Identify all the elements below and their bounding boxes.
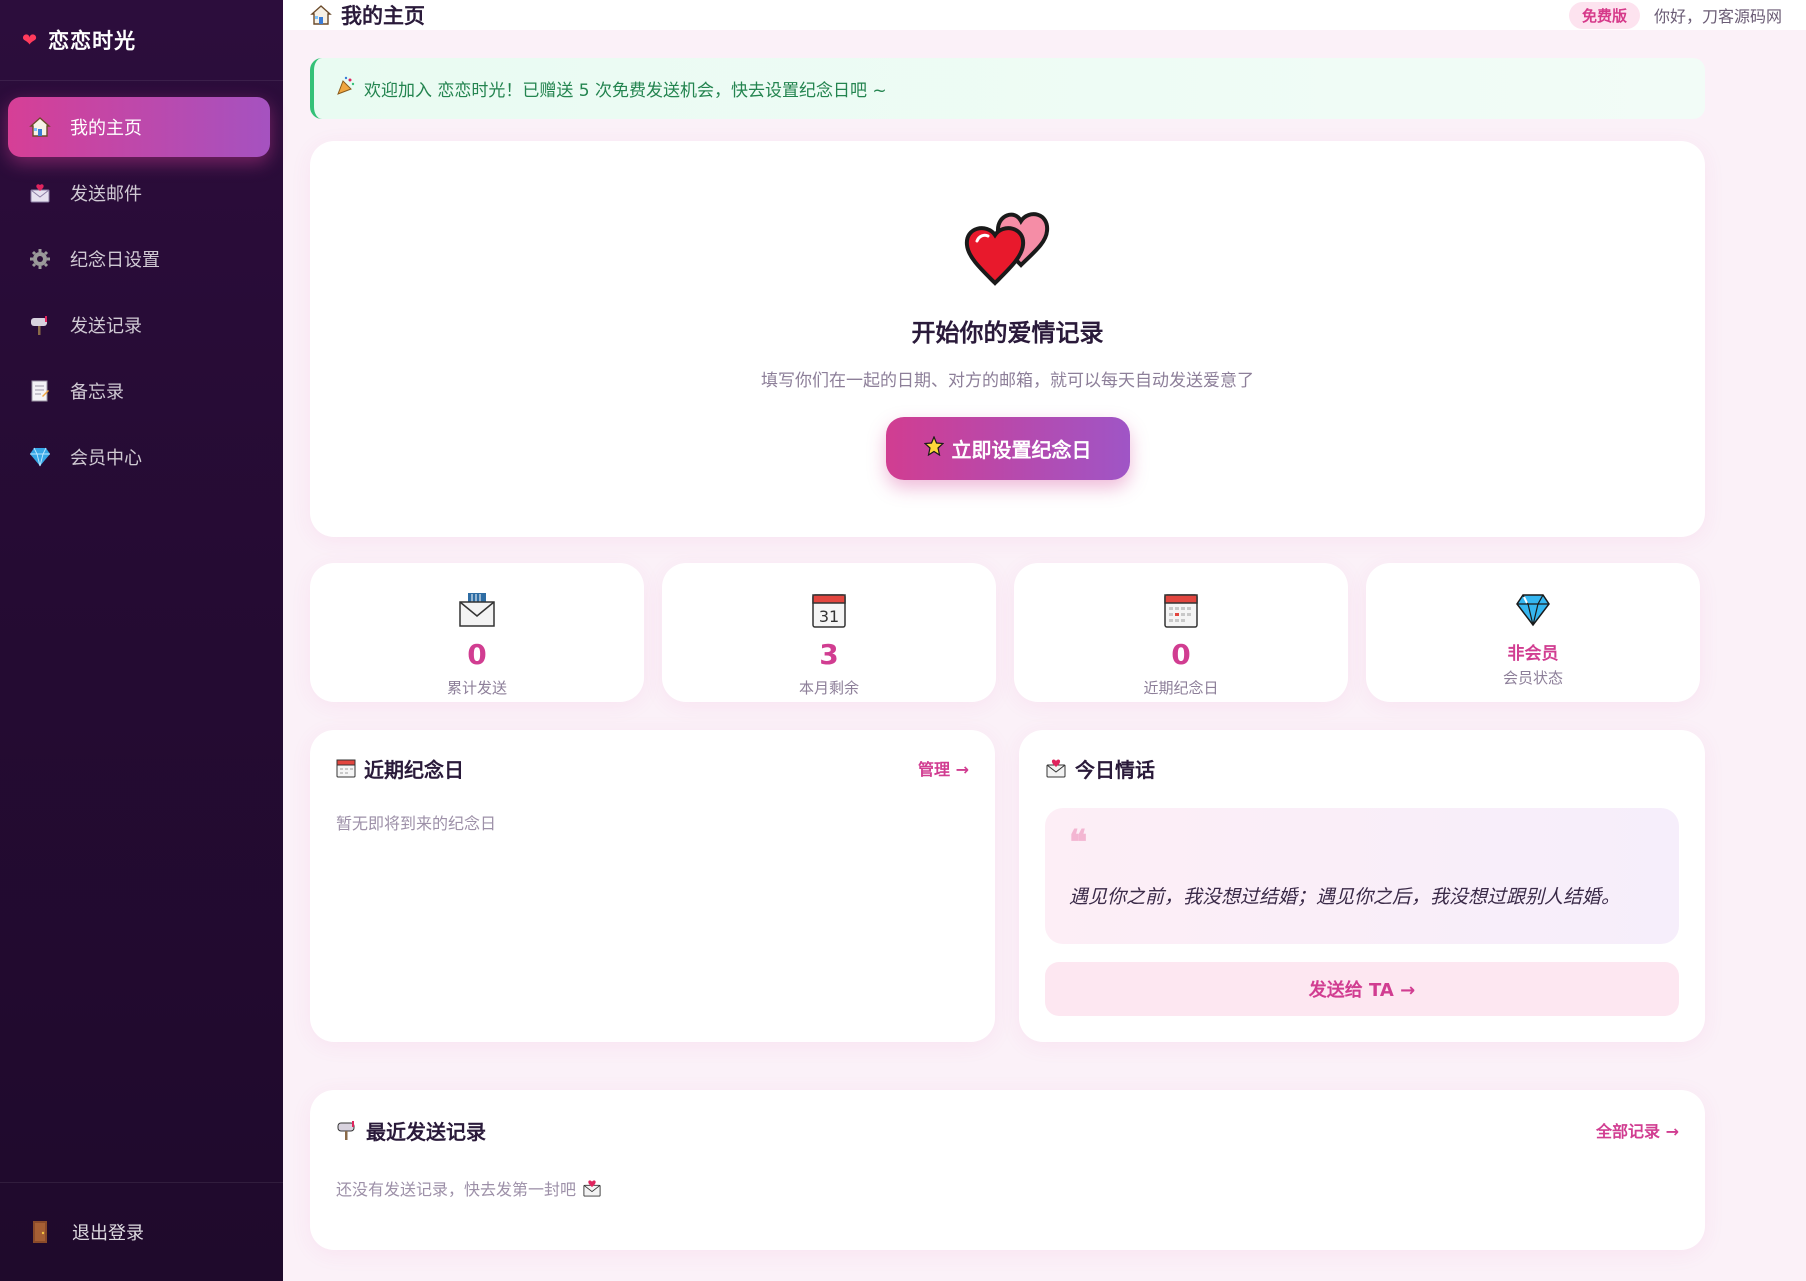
- memo-icon: [26, 377, 54, 405]
- empty-state-text: 还没有发送记录，快去发第一封吧: [336, 1180, 577, 1199]
- panel-title: 最近发送记录: [336, 1116, 486, 1145]
- upcoming-anniversaries-panel: 近期纪念日 管理 → 暂无即将到来的纪念日: [310, 730, 995, 1042]
- welcome-banner: 欢迎加入 恋恋时光！已赠送 5 次免费发送机会，快去设置纪念日吧 ~: [310, 58, 1705, 119]
- panel-header: 今日情话: [1045, 754, 1679, 783]
- stat-upcoming-anniversaries: 0 近期纪念日: [1014, 563, 1348, 702]
- calendar-icon: [1164, 591, 1198, 629]
- stat-label: 本月剩余: [798, 679, 859, 697]
- mailbox-icon: [26, 311, 54, 339]
- panel-title-text: 最近发送记录: [366, 1119, 486, 1144]
- user-greeting[interactable]: 你好，刀客源码网: [1654, 3, 1782, 27]
- sidebar-item-home[interactable]: 我的主页: [8, 97, 270, 157]
- logout-label: 退出登录: [72, 1223, 144, 1244]
- stat-total-sent: 0 累计发送: [310, 563, 644, 702]
- brand[interactable]: ❤ 恋恋时光: [0, 0, 283, 81]
- set-anniversary-button[interactable]: 立即设置纪念日: [885, 417, 1130, 480]
- mailbox-icon: [336, 1119, 358, 1141]
- sidebar-item-send-records[interactable]: 发送记录: [8, 295, 270, 355]
- top-bar: 我的主页 免费版 你好，刀客源码网: [283, 0, 1806, 30]
- main-content: 欢迎加入 恋恋时光！已赠送 5 次免费发送机会，快去设置纪念日吧 ~ 开始你的爱…: [310, 58, 1705, 1250]
- house-icon: [26, 113, 54, 141]
- panel-title-text: 今日情话: [1075, 757, 1155, 782]
- panels-row: 近期纪念日 管理 → 暂无即将到来的纪念日 今日情话 ❝ 遇见你之前，我没想过结…: [310, 730, 1705, 1042]
- sidebar-item-anniversary-settings[interactable]: 纪念日设置: [8, 229, 270, 289]
- love-letter-icon: [582, 1179, 602, 1197]
- logout-button[interactable]: 退出登录: [0, 1182, 283, 1281]
- sidebar-item-label: 我的主页: [70, 118, 142, 139]
- svg-text:31: 31: [819, 607, 839, 626]
- sidebar-item-label: 备忘录: [70, 382, 124, 403]
- sidebar-item-label: 会员中心: [70, 448, 142, 469]
- panel-header: 近期纪念日 管理 →: [336, 754, 969, 783]
- diamond-icon: [1515, 591, 1551, 629]
- plan-badge[interactable]: 免费版: [1568, 1, 1640, 29]
- stats-row: 0 累计发送 31 3 本月剩余 0 近期纪念日 非会员 会员状态: [310, 563, 1705, 702]
- calendar-icon: [336, 758, 356, 778]
- stat-value: 0: [467, 638, 487, 671]
- user-area: 免费版 你好，刀客源码网: [1568, 1, 1782, 29]
- stat-membership-status: 非会员 会员状态: [1366, 563, 1700, 702]
- all-records-link[interactable]: 全部记录 →: [1596, 1118, 1679, 1142]
- panel-header: 最近发送记录 全部记录 →: [336, 1116, 1679, 1145]
- quote-text: 遇见你之前，我没想过结婚；遇见你之后，我没想过跟别人结婚。: [1069, 886, 1621, 908]
- hero-card: 开始你的爱情记录 填写你们在一起的日期、对方的邮箱，就可以每天自动发送爱意了 立…: [310, 141, 1705, 537]
- sidebar-item-send-mail[interactable]: 发送邮件: [8, 163, 270, 223]
- hero-subtitle: 填写你们在一起的日期、对方的邮箱，就可以每天自动发送爱意了: [761, 371, 1254, 391]
- stat-value: 3: [819, 638, 839, 671]
- welcome-text: 欢迎加入 恋恋时光！已赠送 5 次免费发送机会，快去设置纪念日吧 ~: [364, 81, 887, 101]
- page-title-text: 我的主页: [341, 4, 425, 28]
- diamond-icon: [26, 443, 54, 471]
- stat-value: 非会员: [1507, 644, 1559, 664]
- love-letter-icon: [1045, 758, 1067, 778]
- hero-title: 开始你的爱情记录: [911, 319, 1104, 347]
- sidebar-item-label: 发送邮件: [70, 184, 142, 205]
- gear-icon: [26, 245, 54, 273]
- stat-remaining-this-month: 31 3 本月剩余: [662, 563, 996, 702]
- empty-state: 还没有发送记录，快去发第一封吧: [336, 1176, 1679, 1200]
- party-popper-icon: [336, 76, 356, 101]
- recent-records-panel: 最近发送记录 全部记录 → 还没有发送记录，快去发第一封吧: [310, 1090, 1705, 1250]
- manage-link[interactable]: 管理 →: [918, 756, 969, 780]
- page-title: 我的主页: [309, 0, 425, 30]
- panel-title: 今日情话: [1045, 754, 1155, 783]
- sidebar-item-label: 发送记录: [70, 316, 142, 337]
- quote-mark-icon: ❝: [1069, 823, 1088, 863]
- mailbox-envelope-icon: [458, 591, 496, 629]
- panel-title-text: 近期纪念日: [364, 757, 464, 782]
- door-icon: [26, 1218, 54, 1246]
- sidebar-item-vip-center[interactable]: 会员中心: [8, 427, 270, 487]
- quote-box: ❝ 遇见你之前，我没想过结婚；遇见你之后，我没想过跟别人结婚。: [1045, 808, 1679, 944]
- stat-label: 累计发送: [446, 679, 507, 697]
- house-icon: [309, 3, 333, 27]
- love-quote-panel: 今日情话 ❝ 遇见你之前，我没想过结婚；遇见你之后，我没想过跟别人结婚。 发送给…: [1019, 730, 1705, 1042]
- brand-name: 恋恋时光: [48, 29, 137, 53]
- heart-logo-icon: ❤: [22, 29, 39, 51]
- sparkle-star-icon: [923, 435, 944, 461]
- sidebar-item-memo[interactable]: 备忘录: [8, 361, 270, 421]
- calendar-31-icon: 31: [812, 591, 846, 629]
- stat-label: 会员状态: [1502, 669, 1563, 687]
- two-hearts-icon: [963, 211, 1053, 289]
- stat-label: 近期纪念日: [1143, 679, 1219, 697]
- panel-title: 近期纪念日: [336, 754, 464, 783]
- set-anniversary-label: 立即设置纪念日: [951, 438, 1092, 462]
- stat-value: 0: [1171, 638, 1191, 671]
- envelope-icon: [26, 179, 54, 207]
- sidebar-nav: 我的主页 发送邮件 纪念日设置 发送记录 备忘录 会员中心: [0, 81, 283, 487]
- empty-state-text: 暂无即将到来的纪念日: [336, 814, 497, 833]
- send-to-ta-button[interactable]: 发送给 TA →: [1045, 962, 1679, 1016]
- sidebar-item-label: 纪念日设置: [70, 250, 160, 271]
- sidebar: ❤ 恋恋时光 我的主页 发送邮件 纪念日设置 发送记录 备忘录 会员中心 退出登…: [0, 0, 283, 1281]
